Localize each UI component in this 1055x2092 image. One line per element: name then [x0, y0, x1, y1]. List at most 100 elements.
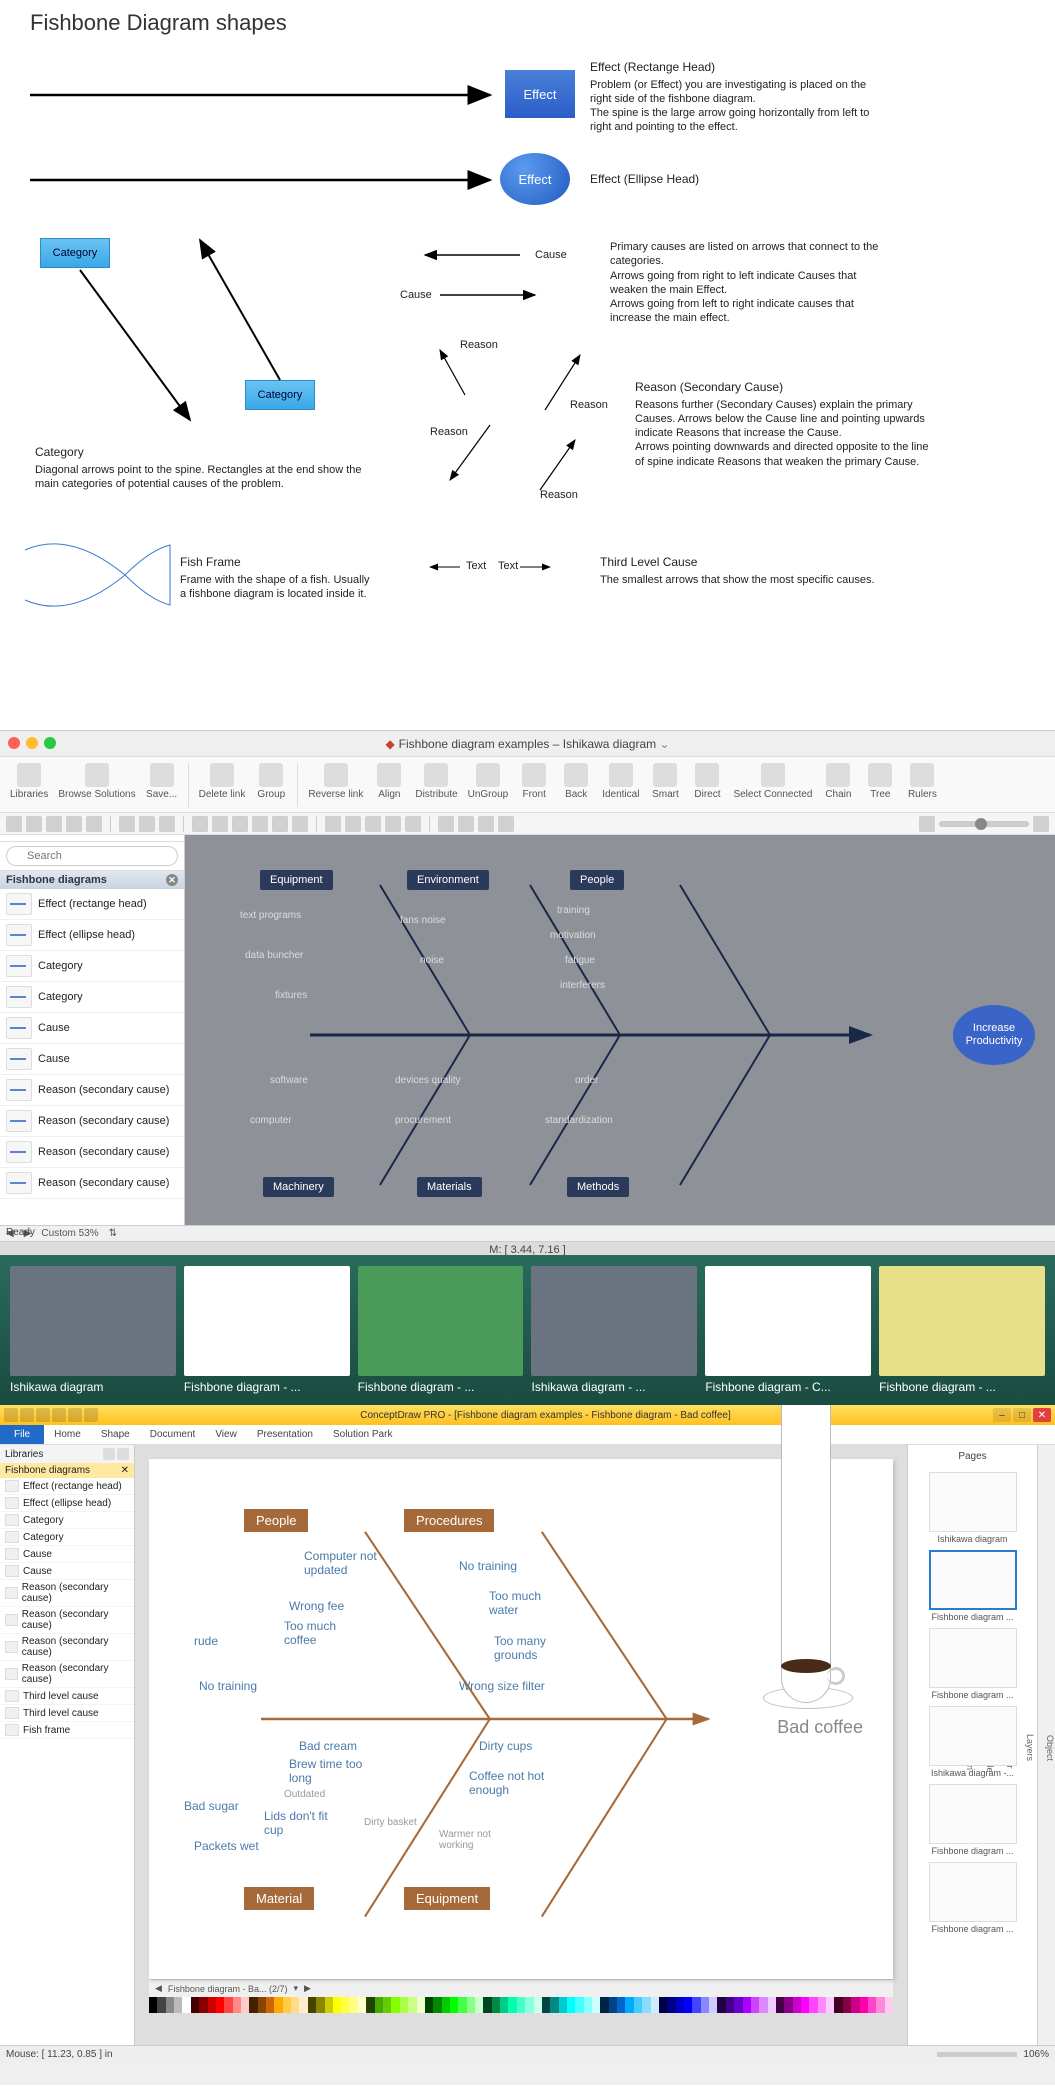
zoom-level[interactable]: Custom 53% — [41, 1228, 98, 1239]
color-swatch[interactable] — [508, 1997, 516, 2013]
color-swatch[interactable] — [676, 1997, 684, 2013]
color-swatch[interactable] — [149, 1997, 157, 2013]
color-swatch[interactable] — [784, 1997, 792, 2013]
color-swatch[interactable] — [834, 1997, 842, 2013]
color-swatch[interactable] — [433, 1997, 441, 2013]
tool-icon[interactable] — [212, 816, 228, 832]
color-swatch[interactable] — [726, 1997, 734, 2013]
color-swatch[interactable] — [625, 1997, 633, 2013]
page-thumb[interactable] — [929, 1628, 1017, 1688]
library-header[interactable]: Fishbone diagrams ✕ — [0, 1463, 134, 1478]
color-swatch[interactable] — [266, 1997, 274, 2013]
tool-icon[interactable] — [26, 816, 42, 832]
ribbon-distribute[interactable]: Distribute — [411, 761, 461, 802]
zoom-icon[interactable] — [44, 737, 56, 749]
color-swatch[interactable] — [350, 1997, 358, 2013]
color-swatch[interactable] — [333, 1997, 341, 2013]
library-item[interactable]: Reason (secondary cause) — [0, 1580, 134, 1607]
color-swatch[interactable] — [391, 1997, 399, 2013]
tool-icon[interactable] — [232, 816, 248, 832]
library-item[interactable]: Category — [0, 982, 184, 1013]
ribbon-libraries[interactable]: Libraries — [6, 761, 52, 802]
color-swatch[interactable] — [818, 1997, 826, 2013]
ribbon-chain[interactable]: Chain — [818, 761, 858, 802]
color-swatch[interactable] — [383, 1997, 391, 2013]
color-swatch[interactable] — [467, 1997, 475, 2013]
library-item[interactable]: Category — [0, 1512, 134, 1529]
ribbon-reverse-link[interactable]: Reverse link — [304, 761, 367, 802]
tool-icon[interactable] — [272, 816, 288, 832]
library-item[interactable]: Effect (ellipse head) — [0, 920, 184, 951]
color-swatch[interactable] — [759, 1997, 767, 2013]
tool-icon[interactable] — [325, 816, 341, 832]
color-swatch[interactable] — [651, 1997, 659, 2013]
minimize-icon[interactable] — [26, 737, 38, 749]
category-node[interactable]: Materials — [417, 1177, 482, 1197]
tool-icon[interactable] — [159, 816, 175, 832]
color-swatch[interactable] — [408, 1997, 416, 2013]
color-swatch[interactable] — [659, 1997, 667, 2013]
zoom-slider[interactable] — [937, 2052, 1017, 2057]
stepper-icon[interactable]: ⇅ — [109, 1228, 117, 1239]
library-item[interactable]: Third level cause — [0, 1688, 134, 1705]
tool-icon[interactable] — [498, 816, 514, 832]
library-item[interactable]: Effect (rectange head) — [0, 889, 184, 920]
color-swatch[interactable] — [208, 1997, 216, 2013]
tool-icon[interactable] — [86, 816, 102, 832]
ribbon-front[interactable]: Front — [514, 761, 554, 802]
close-icon[interactable]: ✕ — [1033, 1408, 1051, 1422]
right-side-tabs[interactable]: ObjectLayersBehaviourShape StyleInformat… — [1037, 1445, 1055, 2045]
library-item[interactable]: Third level cause — [0, 1705, 134, 1722]
color-swatch[interactable] — [743, 1997, 751, 2013]
color-swatch[interactable] — [316, 1997, 324, 2013]
library-item[interactable]: Reason (secondary cause) — [0, 1168, 184, 1199]
color-swatch[interactable] — [191, 1997, 199, 2013]
library-item[interactable]: Cause — [0, 1013, 184, 1044]
color-swatch[interactable] — [534, 1997, 542, 2013]
zoom-out-icon[interactable] — [919, 816, 935, 832]
color-swatch[interactable] — [692, 1997, 700, 2013]
color-swatch[interactable] — [325, 1997, 333, 2013]
color-swatch[interactable] — [174, 1997, 182, 2013]
color-swatch[interactable] — [308, 1997, 316, 2013]
color-swatch[interactable] — [826, 1997, 834, 2013]
category-node[interactable]: Methods — [567, 1177, 629, 1197]
color-swatch[interactable] — [199, 1997, 207, 2013]
color-swatch[interactable] — [776, 1997, 784, 2013]
side-tab-layers[interactable]: Layers — [1025, 1734, 1035, 1761]
color-swatch[interactable] — [483, 1997, 491, 2013]
library-header[interactable]: Fishbone diagrams ✕ — [0, 871, 184, 889]
color-swatch[interactable] — [751, 1997, 759, 2013]
tool-icon[interactable] — [292, 816, 308, 832]
tab-home[interactable]: Home — [44, 1425, 91, 1444]
quick-access-toolbar[interactable] — [4, 1408, 98, 1422]
library-item[interactable]: Reason (secondary cause) — [0, 1607, 134, 1634]
color-swatch[interactable] — [885, 1997, 893, 2013]
color-swatch[interactable] — [667, 1997, 675, 2013]
color-swatch[interactable] — [860, 1997, 868, 2013]
color-swatch[interactable] — [809, 1997, 817, 2013]
category-node[interactable]: Equipment — [404, 1887, 490, 1910]
color-swatch[interactable] — [525, 1997, 533, 2013]
template-thumb[interactable]: Fishbone diagram - ... — [879, 1266, 1045, 1394]
tab-file[interactable]: File — [0, 1425, 44, 1444]
category-node[interactable]: Equipment — [260, 870, 333, 890]
color-swatch[interactable] — [567, 1997, 575, 2013]
search-input[interactable] — [6, 846, 178, 866]
page-thumb[interactable] — [929, 1862, 1017, 1922]
tab-solution-park[interactable]: Solution Park — [323, 1425, 402, 1444]
tool-icon[interactable] — [365, 816, 381, 832]
canvas[interactable]: People Procedures Material Equipment Bad… — [135, 1445, 907, 2045]
zoom-slider[interactable] — [939, 821, 1029, 827]
color-swatch[interactable] — [166, 1997, 174, 2013]
library-item[interactable]: Reason (secondary cause) — [0, 1137, 184, 1168]
color-swatch[interactable] — [249, 1997, 257, 2013]
ribbon-group[interactable]: Group — [251, 761, 291, 802]
color-swatch[interactable] — [417, 1997, 425, 2013]
color-swatch[interactable] — [793, 1997, 801, 2013]
color-swatch[interactable] — [542, 1997, 550, 2013]
color-swatch[interactable] — [274, 1997, 282, 2013]
color-swatch[interactable] — [241, 1997, 249, 2013]
color-swatch[interactable] — [876, 1997, 884, 2013]
dropdown-icon[interactable]: ▾ — [293, 1983, 298, 1994]
